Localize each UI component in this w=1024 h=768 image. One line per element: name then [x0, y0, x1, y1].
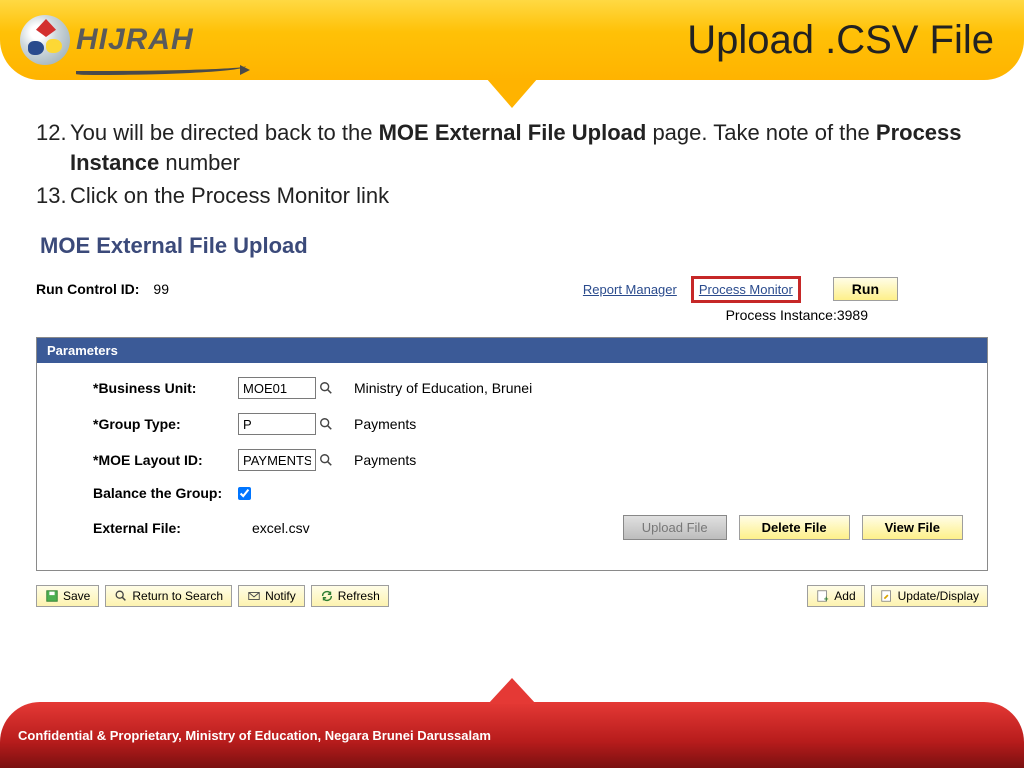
group-type-desc: Payments [354, 416, 416, 432]
lookup-icon[interactable] [316, 378, 336, 398]
logo: HIJRAH [20, 15, 194, 65]
action-toolbar: Save Return to Search Notify Refresh +Ad… [36, 585, 988, 607]
header-pointer-icon [486, 78, 538, 108]
envelope-icon [247, 589, 261, 603]
moe-layout-label: *MOE Layout ID: [93, 452, 238, 468]
update-icon [880, 589, 894, 603]
add-icon: + [816, 589, 830, 603]
instruction-text: Click on the Process Monitor link [70, 181, 389, 211]
globe-icon [20, 15, 70, 65]
instruction-number: 13. [36, 181, 70, 211]
balance-group-row: Balance the Group: [93, 485, 963, 501]
instruction-text: page. Take note of the [646, 120, 876, 145]
run-control-row: Run Control ID: 99 Report Manager Proces… [36, 277, 988, 301]
process-instance-text: Process Instance:3989 [36, 307, 868, 323]
lookup-icon[interactable] [316, 414, 336, 434]
business-unit-desc: Ministry of Education, Brunei [354, 380, 532, 396]
swoosh-icon [76, 65, 246, 75]
save-button[interactable]: Save [36, 585, 99, 607]
embedded-screenshot: MOE External File Upload Run Control ID:… [36, 233, 988, 607]
add-button[interactable]: +Add [807, 585, 864, 607]
parameters-panel: Parameters *Business Unit: Ministry of E… [36, 337, 988, 571]
view-file-button[interactable]: View File [862, 515, 963, 540]
section-heading: MOE External File Upload [40, 233, 988, 259]
svg-text:+: + [824, 594, 829, 603]
logo-text: HIJRAH [76, 23, 194, 57]
instruction-item: 13. Click on the Process Monitor link [36, 181, 988, 211]
save-icon [45, 589, 59, 603]
footer-pointer-icon [488, 678, 536, 704]
instruction-item: 12. You will be directed back to the MOE… [36, 118, 988, 177]
external-file-label: External File: [93, 520, 238, 536]
instruction-text: number [159, 150, 240, 175]
external-file-row: External File: excel.csv Upload File Del… [93, 515, 963, 540]
report-manager-link[interactable]: Report Manager [583, 282, 677, 297]
group-type-row: *Group Type: Payments [93, 413, 963, 435]
run-control-label: Run Control ID: [36, 281, 139, 297]
footer-banner: Confidential & Proprietary, Ministry of … [0, 702, 1024, 768]
business-unit-row: *Business Unit: Ministry of Education, B… [93, 377, 963, 399]
footer-text: Confidential & Proprietary, Ministry of … [18, 728, 491, 743]
page-title: Upload .CSV File [687, 18, 1004, 63]
business-unit-label: *Business Unit: [93, 380, 238, 396]
run-button[interactable]: Run [833, 277, 898, 301]
lookup-icon[interactable] [316, 450, 336, 470]
search-icon [114, 589, 128, 603]
run-control-value: 99 [153, 281, 169, 297]
group-type-label: *Group Type: [93, 416, 238, 432]
update-display-button[interactable]: Update/Display [871, 585, 988, 607]
delete-file-button[interactable]: Delete File [739, 515, 850, 540]
external-file-name: excel.csv [252, 520, 310, 536]
group-type-input[interactable] [238, 413, 316, 435]
balance-group-checkbox[interactable] [238, 487, 251, 500]
parameters-header: Parameters [37, 338, 987, 363]
header-banner: HIJRAH Upload .CSV File [0, 0, 1024, 80]
instruction-text: You will be directed back to the [70, 120, 379, 145]
moe-layout-input[interactable] [238, 449, 316, 471]
balance-group-label: Balance the Group: [93, 485, 238, 501]
process-monitor-link[interactable]: Process Monitor [695, 280, 797, 299]
moe-layout-row: *MOE Layout ID: Payments [93, 449, 963, 471]
return-to-search-button[interactable]: Return to Search [105, 585, 232, 607]
refresh-button[interactable]: Refresh [311, 585, 389, 607]
notify-button[interactable]: Notify [238, 585, 305, 607]
business-unit-input[interactable] [238, 377, 316, 399]
instruction-bold: MOE External File Upload [379, 120, 647, 145]
refresh-icon [320, 589, 334, 603]
upload-file-button: Upload File [623, 515, 727, 540]
moe-layout-desc: Payments [354, 452, 416, 468]
instruction-number: 12. [36, 118, 70, 177]
